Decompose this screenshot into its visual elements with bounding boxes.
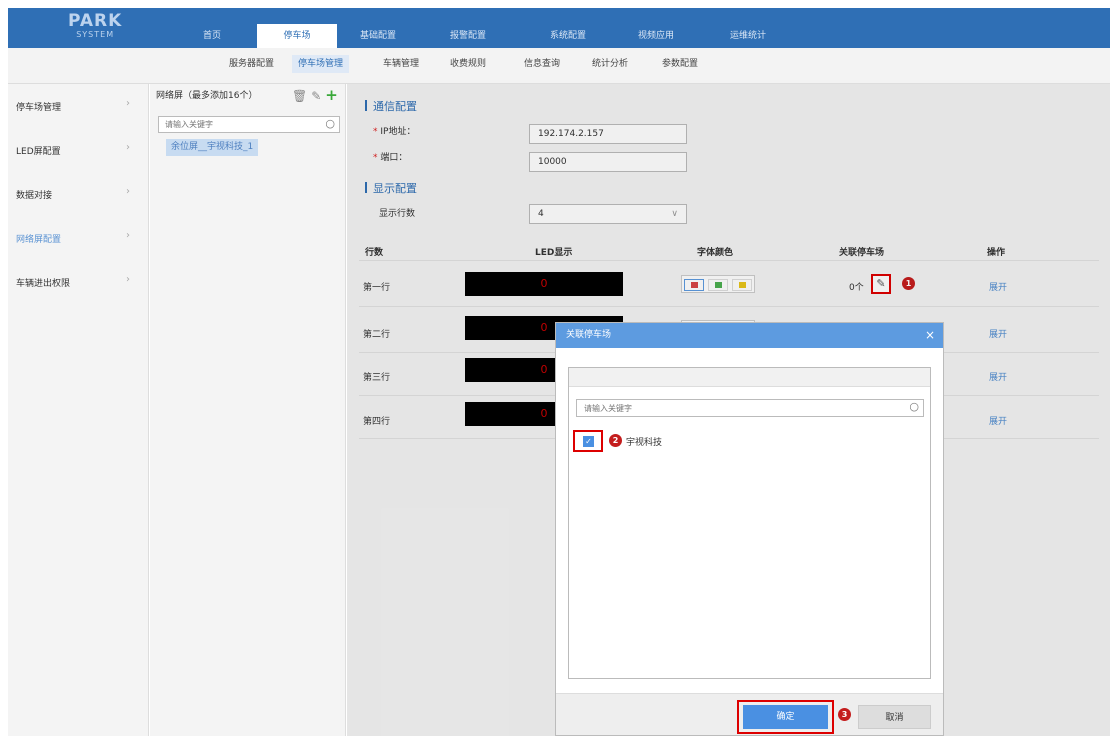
list-item-selected[interactable]: 余位屏__宇视科技_1 — [166, 139, 259, 156]
sidebar-item-network-screen[interactable]: 网络屏配置 › — [8, 228, 149, 248]
tab-alarm-config[interactable]: 报警配置 — [428, 24, 508, 48]
sidebar-item-data-docking[interactable]: 数据对接 › — [8, 184, 149, 204]
chevron-right-icon: › — [126, 142, 130, 153]
subnav-fee-rules[interactable]: 收费规则 — [444, 55, 492, 73]
park-system-logo: PARK SYSTEM — [68, 12, 122, 39]
subnav-parking-management[interactable]: 停车场管理 — [292, 55, 350, 73]
dialog-search-box: ○ — [576, 399, 924, 417]
highlight-box-2: ✓ — [573, 430, 603, 452]
sidebar-item-label: 数据对接 — [16, 191, 53, 201]
sidebar-item-parking-management[interactable]: 停车场管理 › — [8, 96, 149, 116]
dialog-list-box: ○ ✓ 2 宇视科技 — [568, 367, 931, 679]
subnav-info-query[interactable]: 信息查询 — [518, 55, 566, 73]
subnav-vehicle-management[interactable]: 车辆管理 — [377, 55, 425, 73]
tab-ops-stats[interactable]: 运维统计 — [708, 24, 788, 48]
link-parking-dialog: 关联停车场 × ○ ✓ 2 宇视科技 确定 3 取消 — [555, 322, 944, 736]
logo-line1: PARK — [68, 11, 123, 31]
screen-list-panel: 网络屏（最多添加16个） 🗑 ✎ + ○ 余位屏__宇视科技_1 — [150, 84, 346, 736]
callout-2: 2 — [609, 434, 622, 447]
list-search-input[interactable] — [159, 117, 319, 132]
cancel-button[interactable]: 取消 — [858, 705, 931, 729]
chevron-right-icon: › — [126, 186, 130, 197]
search-icon[interactable]: ○ — [325, 117, 335, 130]
subnav-server-config[interactable]: 服务器配置 — [223, 55, 280, 73]
subnav-stat-analysis[interactable]: 统计分析 — [586, 55, 634, 73]
search-icon[interactable]: ○ — [909, 400, 919, 413]
tab-basic-config[interactable]: 基础配置 — [338, 24, 418, 48]
parking-option-label[interactable]: 宇视科技 — [626, 435, 662, 448]
highlight-box-3: 确定 — [737, 700, 834, 734]
tab-home[interactable]: 首页 — [172, 24, 252, 48]
parking-checkbox[interactable]: ✓ — [583, 436, 594, 447]
delete-icon[interactable]: 🗑 — [292, 89, 307, 103]
close-icon[interactable]: × — [925, 323, 935, 348]
tab-system-config[interactable]: 系统配置 — [528, 24, 608, 48]
list-toolbar: 🗑 ✎ + — [292, 86, 342, 104]
sub-nav-bar: 服务器配置 停车场管理 车辆管理 收费规则 信息查询 统计分析 参数配置 — [8, 48, 1110, 84]
logo-line2: SYSTEM — [76, 30, 115, 39]
edit-icon[interactable]: ✎ — [311, 89, 321, 103]
chevron-right-icon: › — [126, 230, 130, 241]
callout-3: 3 — [838, 708, 851, 721]
sidebar-item-label: LED屏配置 — [16, 147, 61, 157]
dialog-header: 关联停车场 × — [556, 323, 943, 348]
chevron-right-icon: › — [126, 98, 130, 109]
chevron-right-icon: › — [126, 274, 130, 285]
subnav-param-config[interactable]: 参数配置 — [656, 55, 704, 73]
sidebar-item-led-config[interactable]: LED屏配置 › — [8, 140, 149, 160]
sidebar: 停车场管理 › LED屏配置 › 数据对接 › 网络屏配置 › 车辆进出权限 › — [8, 84, 149, 736]
sidebar-item-label: 车辆进出权限 — [16, 279, 71, 289]
confirm-button[interactable]: 确定 — [743, 705, 828, 729]
dialog-title: 关联停车场 — [566, 330, 612, 340]
list-search-box: ○ — [158, 116, 340, 133]
sidebar-item-label: 停车场管理 — [16, 103, 62, 113]
add-icon[interactable]: + — [325, 86, 338, 104]
dialog-search-input[interactable] — [577, 400, 897, 416]
dialog-list-header — [569, 368, 930, 387]
top-nav-bar: PARK SYSTEM 首页 停车场 基础配置 报警配置 系统配置 视频应用 运… — [8, 8, 1110, 48]
tab-parking-lot[interactable]: 停车场 — [257, 24, 337, 48]
sidebar-item-label: 网络屏配置 — [16, 235, 62, 245]
list-header: 网络屏（最多添加16个） — [156, 91, 258, 101]
sidebar-item-vehicle-access[interactable]: 车辆进出权限 › — [8, 272, 149, 292]
tab-video-app[interactable]: 视频应用 — [616, 24, 696, 48]
dialog-footer: 确定 3 取消 — [556, 693, 943, 735]
